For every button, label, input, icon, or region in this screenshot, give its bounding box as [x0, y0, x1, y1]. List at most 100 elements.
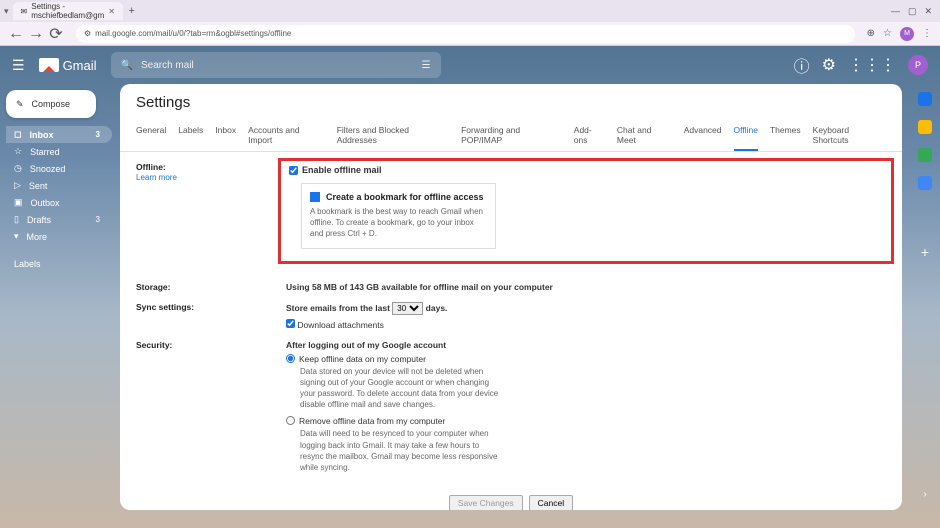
settings-tabs: General Labels Inbox Accounts and Import…: [120, 121, 902, 152]
storage-label: Storage:: [136, 282, 286, 292]
bookmark-star-icon[interactable]: ☆: [883, 28, 892, 39]
apps-grid-icon[interactable]: ⋮⋮⋮: [848, 55, 896, 75]
remove-data-radio[interactable]: [286, 416, 295, 425]
remove-data-text: Data will need to be resynced to your co…: [300, 428, 500, 473]
tab-accounts[interactable]: Accounts and Import: [248, 121, 325, 151]
keep-data-text: Data stored on your device will not be d…: [300, 366, 500, 411]
side-panel: + ›: [910, 84, 940, 510]
tab-keyboard[interactable]: Keyboard Shortcuts: [813, 121, 886, 151]
keep-data-radio[interactable]: [286, 354, 295, 363]
menu-icon[interactable]: ☰: [12, 57, 25, 74]
labels-header: Labels: [6, 253, 112, 275]
site-info-icon[interactable]: ⚙: [84, 29, 91, 38]
sync-days-select[interactable]: 30: [392, 302, 423, 315]
hide-panel-icon[interactable]: ›: [923, 489, 926, 500]
tab-offline[interactable]: Offline: [734, 121, 758, 151]
sidebar-item-outbox[interactable]: ▣Outbox: [6, 194, 112, 211]
bookmark-title: Create a bookmark for offline access: [326, 192, 484, 202]
contacts-addon-icon[interactable]: [918, 176, 932, 190]
search-icon: 🔍: [121, 60, 133, 71]
close-icon[interactable]: ✕: [924, 6, 932, 17]
bookmark-icon: [310, 192, 320, 202]
sidebar-item-starred[interactable]: ☆Starred: [6, 143, 112, 160]
settings-gear-icon[interactable]: ⚙: [822, 55, 836, 75]
storage-text: Using 58 MB of 143 GB available for offl…: [286, 282, 553, 292]
new-tab-button[interactable]: +: [129, 5, 135, 17]
calendar-addon-icon[interactable]: [918, 92, 932, 106]
forward-icon[interactable]: →: [28, 26, 44, 42]
remove-data-label: Remove offline data from my computer: [299, 416, 445, 426]
chrome-tabs-icon[interactable]: ▾: [4, 6, 9, 17]
inbox-icon: ◻: [14, 129, 21, 140]
app-name: Gmail: [63, 58, 97, 73]
extension-icon[interactable]: ⊕: [867, 28, 875, 39]
download-attachments-checkbox[interactable]: [286, 319, 295, 328]
compose-button[interactable]: ✎ Compose: [6, 90, 96, 118]
search-placeholder: Search mail: [141, 60, 194, 71]
sidebar-item-drafts[interactable]: ▯Drafts3: [6, 211, 112, 228]
sidebar-item-inbox[interactable]: ◻Inbox3: [6, 126, 112, 143]
cancel-button[interactable]: Cancel: [529, 495, 573, 510]
help-icon[interactable]: ⓘ: [794, 53, 810, 77]
back-icon[interactable]: ←: [8, 26, 24, 42]
keep-data-label: Keep offline data on my computer: [299, 354, 426, 364]
tab-favicon: ✉: [21, 7, 28, 16]
page-title: Settings: [120, 84, 902, 121]
tab-advanced[interactable]: Advanced: [684, 121, 722, 151]
tab-title: Settings - mschiefbedlam@gm: [31, 2, 104, 20]
search-filter-icon[interactable]: ☰: [422, 60, 431, 71]
minimize-icon[interactable]: —: [891, 6, 900, 17]
get-addons-icon[interactable]: +: [921, 244, 929, 260]
pencil-icon: ✎: [16, 99, 24, 110]
sync-suffix: days.: [426, 303, 448, 313]
browser-tab[interactable]: ✉ Settings - mschiefbedlam@gm ✕: [13, 2, 123, 20]
sidebar-item-snoozed[interactable]: ◷Snoozed: [6, 160, 112, 177]
sidebar-item-more[interactable]: ▾More: [6, 228, 112, 245]
star-icon: ☆: [14, 146, 22, 157]
tab-chat[interactable]: Chat and Meet: [617, 121, 672, 151]
tab-general[interactable]: General: [136, 121, 166, 151]
sidebar-item-sent[interactable]: ▷Sent: [6, 177, 112, 194]
chrome-menu-icon[interactable]: ⋮: [922, 28, 932, 39]
tab-forwarding[interactable]: Forwarding and POP/IMAP: [461, 121, 562, 151]
gmail-m-icon: [39, 58, 59, 72]
tab-themes[interactable]: Themes: [770, 121, 801, 151]
learn-more-link[interactable]: Learn more: [136, 173, 177, 182]
reload-icon[interactable]: ⟳: [48, 26, 64, 42]
highlighted-region: Enable offline mail Create a bookmark fo…: [278, 158, 894, 264]
tab-filters[interactable]: Filters and Blocked Addresses: [337, 121, 449, 151]
tab-inbox[interactable]: Inbox: [215, 121, 236, 151]
profile-avatar[interactable]: M: [900, 27, 914, 41]
enable-offline-checkbox[interactable]: [289, 166, 298, 175]
window-controls: — ▢ ✕: [891, 6, 936, 17]
search-box[interactable]: 🔍 Search mail ☰: [111, 52, 441, 78]
bookmark-info-box: Create a bookmark for offline access A b…: [301, 183, 496, 249]
download-attachments-label: Download attachments: [297, 320, 383, 330]
browser-url-bar: ← → ⟳ ⚙ mail.google.com/mail/u/0/?tab=rm…: [0, 22, 940, 46]
sync-label: Sync settings:: [136, 302, 286, 330]
gmail-header: ☰ Gmail 🔍 Search mail ☰ ⓘ ⚙ ⋮⋮⋮ P: [0, 46, 940, 84]
compose-label: Compose: [32, 99, 71, 109]
tasks-addon-icon[interactable]: [918, 148, 932, 162]
sidebar: ✎ Compose ◻Inbox3 ☆Starred ◷Snoozed ▷Sen…: [0, 84, 112, 510]
enable-offline-label: Enable offline mail: [302, 165, 382, 175]
security-heading: After logging out of my Google account: [286, 340, 446, 350]
file-icon: ▯: [14, 214, 19, 225]
chevron-down-icon: ▾: [14, 231, 19, 242]
gmail-logo[interactable]: Gmail: [39, 58, 97, 73]
tab-addons[interactable]: Add-ons: [574, 121, 605, 151]
tab-labels[interactable]: Labels: [178, 121, 203, 151]
maximize-icon[interactable]: ▢: [908, 6, 917, 17]
keep-addon-icon[interactable]: [918, 120, 932, 134]
account-avatar[interactable]: P: [908, 55, 928, 75]
security-label: Security:: [136, 340, 286, 480]
tab-close-icon[interactable]: ✕: [108, 7, 115, 16]
outbox-icon: ▣: [14, 197, 23, 208]
url-input[interactable]: ⚙ mail.google.com/mail/u/0/?tab=rm&ogbl#…: [76, 25, 855, 43]
bookmark-text: A bookmark is the best way to reach Gmai…: [310, 206, 487, 240]
settings-panel: Settings General Labels Inbox Accounts a…: [120, 84, 902, 510]
offline-label: Offline:: [136, 162, 166, 172]
browser-tab-bar: ▾ ✉ Settings - mschiefbedlam@gm ✕ + — ▢ …: [0, 0, 940, 22]
save-changes-button[interactable]: Save Changes: [449, 495, 523, 510]
url-text: mail.google.com/mail/u/0/?tab=rm&ogbl#se…: [95, 29, 291, 38]
